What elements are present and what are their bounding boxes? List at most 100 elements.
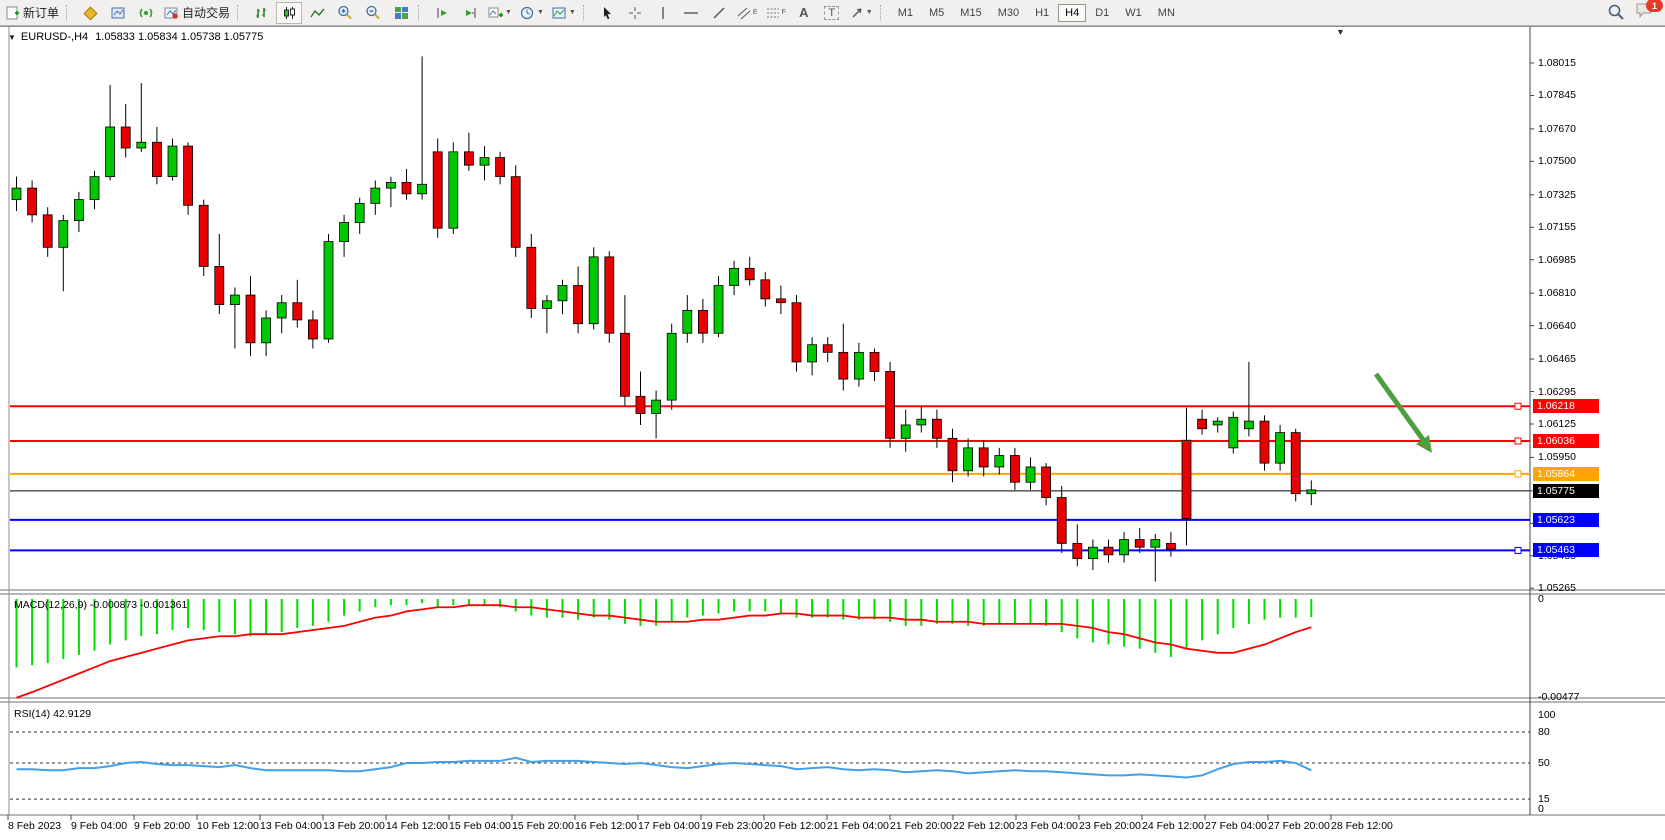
timeframe-h1[interactable]: H1	[1028, 4, 1056, 22]
notifications-button[interactable]: 1	[1635, 1, 1659, 23]
tile-windows-button[interactable]	[388, 2, 414, 24]
level-handle[interactable]	[1515, 471, 1521, 477]
vertical-line-tool-button[interactable]	[650, 2, 676, 24]
auto-scroll-button[interactable]	[429, 2, 455, 24]
chart-shift-marker[interactable]: ▼	[1336, 27, 1345, 37]
level-handle[interactable]	[1515, 438, 1521, 444]
zoom-in-button[interactable]	[332, 2, 358, 24]
candle	[1151, 534, 1160, 582]
chart-shift-button[interactable]	[457, 2, 483, 24]
candle	[574, 266, 583, 333]
candle	[558, 280, 567, 314]
candle	[1073, 524, 1082, 566]
candle	[1276, 425, 1285, 471]
signals-button[interactable]	[133, 2, 159, 24]
cursor-icon	[600, 6, 614, 20]
charts-button[interactable]	[77, 2, 103, 24]
market-watch-button[interactable]	[105, 2, 131, 24]
rsi-label: RSI(14) 42.9129	[14, 708, 91, 720]
timeframe-m30[interactable]: M30	[991, 4, 1026, 22]
date-label: 22 Feb 12:00	[953, 820, 1015, 832]
timeframe-w1[interactable]: W1	[1118, 4, 1149, 22]
candle	[808, 337, 817, 375]
trendline-tool-button[interactable]	[706, 2, 732, 24]
candlestick-mode-button[interactable]	[276, 2, 302, 24]
price-tick-label: 1.06125	[1538, 418, 1576, 430]
horizontal-line-tool-button[interactable]	[678, 2, 704, 24]
equidistant-channel-tool-button[interactable]: E	[734, 2, 761, 24]
periods-button[interactable]: ▼	[517, 2, 547, 24]
timeframe-m5[interactable]: M5	[922, 4, 951, 22]
candle	[246, 276, 255, 356]
text-label-tool-button[interactable]: T	[819, 2, 845, 24]
search-icon[interactable]	[1607, 3, 1625, 21]
price-tag-1.05864: 1.05864	[1533, 467, 1599, 481]
zoom-out-icon	[365, 5, 381, 20]
zoom-out-button[interactable]	[360, 2, 386, 24]
candle	[1135, 528, 1144, 553]
candle	[776, 286, 785, 315]
price-tick-label: 1.06810	[1538, 287, 1576, 299]
rsi-axis-80: 80	[1538, 726, 1550, 738]
indicators-button[interactable]: ▼	[485, 2, 515, 24]
arrows-tool-button[interactable]: ▼	[847, 2, 876, 24]
price-tag-1.06036: 1.06036	[1533, 434, 1599, 448]
level-handle[interactable]	[1515, 547, 1521, 553]
timeframe-mn[interactable]: MN	[1151, 4, 1182, 22]
candle	[1260, 415, 1269, 470]
toolbar-right-group: 1	[1607, 1, 1659, 23]
price-tag-1.05775: 1.05775	[1533, 484, 1599, 498]
market-watch-icon	[111, 6, 126, 20]
symbol-title: EURUSD-,H4	[21, 31, 88, 43]
chart-plot-area[interactable]	[0, 27, 1665, 840]
candle	[745, 257, 754, 286]
tile-windows-icon	[394, 6, 409, 20]
date-label: 24 Feb 12:00	[1142, 820, 1204, 832]
candle	[761, 272, 770, 306]
crosshair-tool-button[interactable]	[622, 2, 648, 24]
candle	[215, 234, 224, 314]
line-chart-mode-button[interactable]	[304, 2, 330, 24]
date-label: 8 Feb 2023	[8, 820, 61, 832]
bar-chart-mode-button[interactable]	[248, 2, 274, 24]
chart-template-icon	[552, 6, 567, 20]
price-tick-label: 1.08015	[1538, 57, 1576, 69]
new-order-button[interactable]: 新订单	[3, 2, 62, 24]
candle	[324, 234, 333, 343]
date-label: 20 Feb 12:00	[764, 820, 826, 832]
candle	[340, 215, 349, 257]
candle	[511, 165, 520, 257]
level-handle[interactable]	[1515, 403, 1521, 409]
candle	[683, 295, 692, 343]
candle	[496, 152, 505, 184]
candle	[714, 276, 723, 337]
fibonacci-icon	[766, 6, 782, 20]
candle	[277, 295, 286, 333]
fibonacci-tool-button[interactable]: F	[763, 2, 789, 24]
one-click-trading-arrow[interactable]: ▼	[8, 33, 16, 42]
timeframe-m15[interactable]: M15	[953, 4, 988, 22]
candle	[59, 215, 68, 291]
candle	[1026, 457, 1035, 489]
candle	[28, 180, 37, 222]
timeframe-h4[interactable]: H4	[1058, 4, 1086, 22]
chart-window: ▼ EURUSD-,H4 1.05833 1.05834 1.05738 1.0…	[0, 26, 1665, 840]
candle	[230, 287, 239, 348]
candle	[152, 127, 161, 184]
timeframe-m1[interactable]: M1	[891, 4, 920, 22]
timeframe-d1[interactable]: D1	[1088, 4, 1116, 22]
candle	[293, 280, 302, 328]
clock-icon	[520, 6, 535, 20]
auto-trading-icon	[164, 6, 179, 20]
templates-button[interactable]: ▼	[549, 2, 579, 24]
zoom-in-icon	[337, 5, 353, 20]
rsi-axis-50: 50	[1538, 757, 1550, 769]
candle	[542, 295, 551, 333]
arrows-shapes-icon	[850, 6, 864, 20]
cursor-tool-button[interactable]	[594, 2, 620, 24]
chart-title-row: ▼ EURUSD-,H4 1.05833 1.05834 1.05738 1.0…	[8, 31, 263, 43]
text-tool-button[interactable]: A	[791, 2, 817, 24]
fibo-letter: F	[782, 9, 786, 16]
auto-scroll-icon	[435, 6, 450, 20]
auto-trading-button[interactable]: 自动交易	[161, 2, 233, 24]
